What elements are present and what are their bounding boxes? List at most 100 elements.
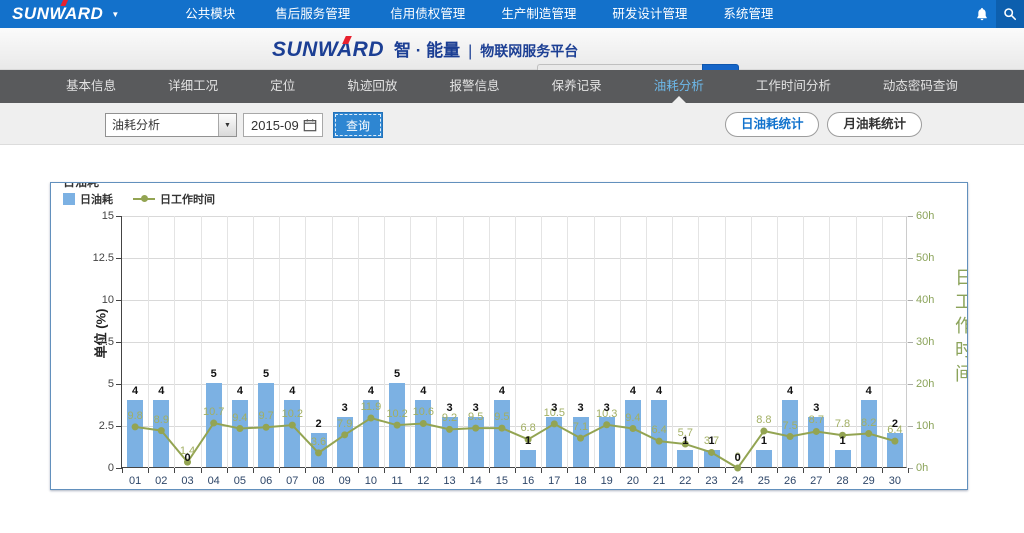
- tab-7[interactable]: 工作时间分析: [756, 70, 831, 103]
- right-tick: [908, 258, 913, 259]
- calendar-icon[interactable]: [303, 118, 317, 132]
- line-point: [577, 435, 584, 442]
- bottom-tick: [777, 468, 778, 473]
- bar-value-label: 5: [199, 368, 229, 380]
- line-value-label: 3.6: [301, 436, 337, 448]
- nav-item-0[interactable]: 公共模块: [167, 0, 253, 28]
- bottom-tick: [227, 468, 228, 473]
- x-axis-label: 12: [410, 475, 436, 487]
- bottom-tick: [882, 468, 883, 473]
- chevron-down-icon: ▼: [111, 10, 119, 19]
- nav-item-2[interactable]: 信用债权管理: [372, 0, 483, 28]
- x-axis-label: 21: [646, 475, 672, 487]
- fuel-chart-panel: 日油耗 日油耗日工作时间 单位 (%) 日工作时间 1560h12.550h10…: [50, 182, 968, 490]
- query-button[interactable]: 查询: [333, 112, 383, 138]
- left-tick-label: 2.5: [74, 420, 114, 432]
- bar-value-label: 3: [330, 402, 360, 414]
- line-point: [263, 424, 270, 431]
- tab-1[interactable]: 详细工况: [168, 70, 218, 103]
- line-point: [603, 421, 610, 428]
- line-point: [341, 431, 348, 438]
- bottom-tick: [567, 468, 568, 473]
- tab-5[interactable]: 保养记录: [552, 70, 602, 103]
- legend-item-0[interactable]: 日油耗: [63, 191, 113, 207]
- bar-value-label: 3: [801, 402, 831, 414]
- legend-item-1[interactable]: 日工作时间: [133, 191, 215, 207]
- x-axis-label: 24: [725, 475, 751, 487]
- line-value-label: 7.1: [563, 421, 599, 433]
- brand-text: SUNWARD: [12, 4, 103, 24]
- right-tick-label: 60h: [916, 210, 934, 222]
- topnav-icons: [968, 0, 1024, 28]
- tab-4[interactable]: 报警信息: [449, 70, 499, 103]
- top-navigation-bar: SUNWARD ▼ 公共模块售后服务管理信用债权管理生产制造管理研发设计管理系统…: [0, 0, 1024, 28]
- platform-name: 物联网服务平台: [480, 41, 578, 61]
- legend-line-marker: [133, 198, 155, 200]
- bar-value-label: 2: [880, 418, 910, 430]
- x-axis-label: 13: [436, 475, 462, 487]
- bottom-tick: [620, 468, 621, 473]
- global-search-icon[interactable]: [996, 0, 1024, 28]
- x-axis-label: 28: [829, 475, 855, 487]
- chevron-down-icon[interactable]: ▼: [218, 114, 236, 136]
- chart-legend: 日油耗 日工作时间: [63, 191, 215, 207]
- bar-value-label: 5: [251, 368, 281, 380]
- line-point: [551, 420, 558, 427]
- bottom-tick: [489, 468, 490, 473]
- right-tick: [908, 216, 913, 217]
- bar-value-label: 5: [382, 368, 412, 380]
- right-tick-label: 40h: [916, 294, 934, 306]
- bottom-tick: [908, 468, 909, 473]
- x-axis-label: 22: [672, 475, 698, 487]
- tab-6[interactable]: 油耗分析: [654, 70, 704, 103]
- right-tick: [908, 300, 913, 301]
- monthly-fuel-stats-button[interactable]: 月油耗统计: [827, 112, 922, 137]
- bottom-tick: [698, 468, 699, 473]
- nav-item-3[interactable]: 生产制造管理: [483, 0, 594, 28]
- bar-value-label: 4: [487, 385, 517, 397]
- month-picker[interactable]: 2015-09: [243, 113, 323, 137]
- legend-label: 日油耗: [80, 191, 113, 207]
- tab-3[interactable]: 轨迹回放: [347, 70, 397, 103]
- right-tick-label: 10h: [916, 420, 934, 432]
- nav-item-4[interactable]: 研发设计管理: [594, 0, 705, 28]
- bottom-tick: [594, 468, 595, 473]
- line-point: [656, 438, 663, 445]
- line-point: [132, 423, 139, 430]
- bottom-tick: [332, 468, 333, 473]
- x-axis-label: 20: [620, 475, 646, 487]
- line-point: [891, 438, 898, 445]
- right-tick-label: 20h: [916, 378, 934, 390]
- line-point: [472, 425, 479, 432]
- tab-8[interactable]: 动态密码查询: [883, 70, 958, 103]
- tab-2[interactable]: 定位: [270, 70, 295, 103]
- filter-bar: 油耗分析 ▼ 2015-09 查询 日油耗统计 月油耗统计: [0, 103, 1024, 145]
- bar-value-label: 4: [277, 385, 307, 397]
- line-point: [315, 449, 322, 456]
- line-point: [394, 422, 401, 429]
- analysis-type-select[interactable]: 油耗分析 ▼: [105, 113, 237, 137]
- line-point: [760, 428, 767, 435]
- platform-logo: SUNWARD 智 · 能量 | 物联网服务平台: [272, 36, 578, 62]
- line-point: [865, 430, 872, 437]
- tab-0[interactable]: 基本信息: [66, 70, 116, 103]
- x-axis-label: 03: [174, 475, 200, 487]
- bar-value-label: 1: [749, 435, 779, 447]
- bar-value-label: 4: [644, 385, 674, 397]
- bar-value-label: 4: [356, 385, 386, 397]
- bottom-tick: [358, 468, 359, 473]
- notification-bell-icon[interactable]: [968, 0, 996, 28]
- bar-value-label: 4: [146, 385, 176, 397]
- stat-buttons: 日油耗统计 月油耗统计: [725, 112, 922, 137]
- nav-item-1[interactable]: 售后服务管理: [253, 0, 372, 28]
- line-point: [236, 425, 243, 432]
- line-point: [498, 425, 505, 432]
- nav-item-5[interactable]: 系统管理: [705, 0, 791, 28]
- x-axis-label: 15: [489, 475, 515, 487]
- bar-value-label: 4: [225, 385, 255, 397]
- bottom-tick: [148, 468, 149, 473]
- brand-logo[interactable]: SUNWARD ▼: [12, 4, 119, 24]
- daily-fuel-stats-button[interactable]: 日油耗统计: [725, 112, 820, 137]
- analysis-type-value: 油耗分析: [106, 114, 218, 136]
- x-axis-label: 30: [882, 475, 908, 487]
